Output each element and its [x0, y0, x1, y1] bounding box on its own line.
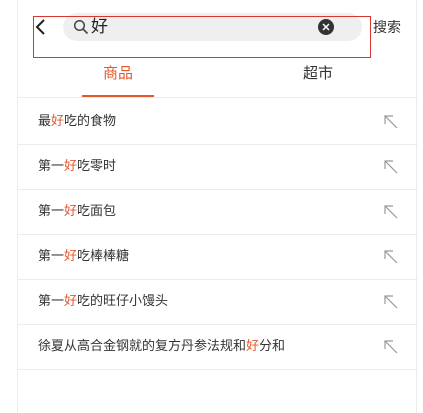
- match-highlight: 好: [51, 114, 65, 129]
- search-button[interactable]: 搜索: [373, 18, 401, 38]
- suggestion-item[interactable]: 第一好吃的旺仔小馒头: [18, 280, 418, 325]
- back-button[interactable]: [32, 17, 50, 37]
- search-panel: 好 搜索 商品 超市 最好吃的食物 第一好吃零时 第一好吃面包 第一好吃棒棒糖 …: [17, 0, 418, 413]
- active-tab-indicator: [82, 95, 154, 97]
- suggestion-text: 第一好吃面包: [38, 204, 117, 219]
- search-icon: [73, 19, 89, 35]
- arrow-up-left-icon[interactable]: [382, 293, 400, 311]
- chevron-left-icon: [35, 19, 45, 35]
- tab-bar: 商品 超市: [18, 52, 418, 98]
- suggestion-text: 第一好吃零时: [38, 159, 117, 174]
- match-highlight: 好: [64, 204, 78, 219]
- match-highlight: 好: [64, 159, 78, 174]
- suggestion-item[interactable]: 最好吃的食物: [18, 100, 418, 145]
- suggestion-item[interactable]: 第一好吃零时: [18, 145, 418, 190]
- search-header: 好 搜索: [18, 0, 418, 58]
- suggestion-text: 第一好吃棒棒糖: [38, 249, 130, 264]
- clear-button[interactable]: [318, 19, 334, 35]
- arrow-up-left-icon[interactable]: [382, 338, 400, 356]
- match-highlight: 好: [64, 294, 78, 309]
- suggestion-item[interactable]: 徐夏从高合金钢就的复方丹参法规和好分和: [18, 325, 418, 370]
- close-icon: [322, 23, 330, 31]
- search-input[interactable]: 好: [63, 13, 362, 41]
- suggestion-list: 最好吃的食物 第一好吃零时 第一好吃面包 第一好吃棒棒糖 第一好吃的旺仔小馒头 …: [18, 100, 418, 370]
- match-highlight: 好: [64, 249, 78, 264]
- search-query-text: 好: [91, 17, 108, 37]
- arrow-up-left-icon[interactable]: [382, 113, 400, 131]
- tab-supermarket[interactable]: 超市: [268, 52, 368, 98]
- tab-goods[interactable]: 商品: [68, 52, 168, 98]
- suggestion-text: 徐夏从高合金钢就的复方丹参法规和好分和: [38, 339, 286, 354]
- suggestion-text: 第一好吃的旺仔小馒头: [38, 294, 169, 309]
- suggestion-text: 最好吃的食物: [38, 114, 117, 129]
- match-highlight: 好: [246, 339, 260, 354]
- suggestion-item[interactable]: 第一好吃面包: [18, 190, 418, 235]
- arrow-up-left-icon[interactable]: [382, 203, 400, 221]
- arrow-up-left-icon[interactable]: [382, 248, 400, 266]
- arrow-up-left-icon[interactable]: [382, 158, 400, 176]
- suggestion-item[interactable]: 第一好吃棒棒糖: [18, 235, 418, 280]
